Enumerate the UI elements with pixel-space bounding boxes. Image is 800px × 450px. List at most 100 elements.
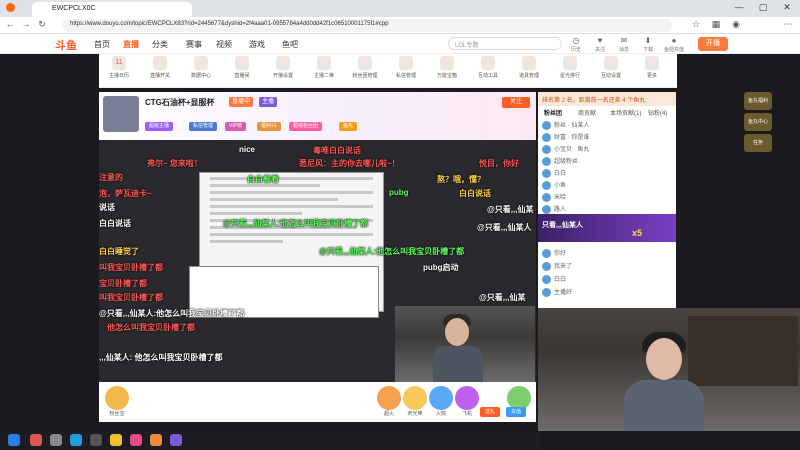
toolbar-item[interactable]: 粉丝团管理 (345, 56, 385, 79)
gift-icon[interactable] (377, 386, 401, 410)
back-icon[interactable]: ← (4, 19, 16, 31)
toolbar-item[interactable]: 直播间 (222, 56, 262, 79)
side-widget[interactable]: 鱼丸中心 (744, 113, 772, 131)
gift-icon[interactable] (105, 386, 129, 410)
maximize-icon[interactable]: ▢ (752, 2, 774, 15)
rank-row[interactable]: 我来了 (542, 261, 672, 273)
edge-icon[interactable] (70, 434, 82, 446)
open-stream-button[interactable]: 开播 (698, 37, 728, 51)
rank-row[interactable]: 主播好 (542, 287, 672, 299)
chip-vip[interactable]: VIP榜 (225, 122, 247, 131)
follow-button[interactable]: 关注 (502, 97, 530, 108)
left-background (0, 54, 99, 450)
site-logo[interactable]: 斗鱼 (55, 37, 77, 53)
favorites-icon[interactable]: ☆ (690, 19, 702, 31)
rank-row[interactable]: 白白 (542, 168, 672, 180)
follow-icon[interactable]: ♥ (590, 36, 610, 45)
forward-icon[interactable]: → (20, 19, 32, 31)
tab-weekly[interactable]: 周贡献 (578, 108, 596, 117)
danmaku-message: 叫我宝贝卧槽了都 (99, 263, 163, 272)
toolbar-item-icon (235, 56, 249, 70)
download-icon[interactable]: ⬇ (638, 36, 658, 45)
collections-icon[interactable]: ▦ (710, 19, 722, 31)
toolbar-item[interactable]: 万能宝箱 (427, 56, 467, 79)
tab-fans[interactable]: 粉丝团 (544, 108, 562, 117)
start-icon[interactable] (8, 434, 20, 446)
chip-welfare[interactable]: 福利+1 (257, 122, 281, 131)
taskbar-app-icon[interactable] (170, 434, 182, 446)
toolbar-item[interactable]: 道具管理 (509, 56, 549, 79)
video-player[interactable]: nice 毒唯白白说话 弗尔~ 您来啦！ 悉尼风：主的你去哪儿啦~！ 悦目，你好 注意的白… (99, 140, 536, 382)
chip-pm[interactable]: 私信管理 (189, 122, 218, 131)
rank-row[interactable]: 白白 (542, 274, 672, 286)
tab-diamond[interactable]: 钻粉(4) (648, 108, 667, 117)
rank-row[interactable]: 小宝贝 · 鱼丸 (542, 144, 672, 156)
site-search-input[interactable]: LOL专题 (448, 37, 562, 50)
profile-icon[interactable]: ◉ (730, 19, 742, 31)
rank-row[interactable]: 小鱼 (542, 180, 672, 192)
nav-yuba[interactable]: 鱼吧 (282, 39, 298, 50)
taskbar-app-icon[interactable] (150, 434, 162, 446)
taskbar-app-icon[interactable] (90, 434, 102, 446)
danmaku-message: 白白说话 (459, 189, 491, 198)
anchor-avatar[interactable] (103, 96, 139, 132)
toolbar-item[interactable]: 私信管理 (386, 56, 426, 79)
chip-fans[interactable]: 超级粉丝团 (289, 122, 323, 131)
anchor-info-bar: CTG石油杯+显服杯 直播中 主播 关注 超级主播 私信管理 VIP榜 福利+1… (99, 92, 536, 140)
chip-yuwan[interactable]: 鱼丸 (339, 122, 358, 131)
gift-icon[interactable] (403, 386, 427, 410)
recharge-button[interactable]: 充值 (506, 407, 526, 417)
rank-row[interactable]: 超级粉丝 (542, 156, 672, 168)
toolbar-item[interactable]: 互动工具 (468, 56, 508, 79)
nav-games[interactable]: 游戏 (249, 39, 265, 50)
nav-home[interactable]: 首页 (94, 39, 110, 50)
toolbar-item[interactable]: 11 主播日历 (99, 56, 139, 79)
message-icon[interactable]: ✉ (614, 36, 634, 45)
toolbar-item[interactable]: 更多 (632, 56, 672, 79)
rank-row[interactable]: 财富 · 你是谁 (542, 132, 672, 144)
taskbar-app-icon[interactable] (110, 434, 122, 446)
taskbar-app-icon[interactable] (130, 434, 142, 446)
toolbar-item-label: 直播开关 (149, 73, 170, 79)
nav-video[interactable]: 视频 (216, 39, 232, 50)
toolbar-item[interactable]: 主播二维 (304, 56, 344, 79)
toolbar-item[interactable]: 开播设置 (263, 56, 303, 79)
rank-row-name: 我来了 (554, 264, 573, 270)
gift-icon[interactable] (455, 386, 479, 410)
toolbar-item[interactable]: 数据中心 (181, 56, 221, 79)
browser-tab[interactable]: EWCPCLX0C (32, 2, 192, 17)
send-gift-button[interactable]: 送礼 (480, 407, 500, 417)
nav-live[interactable]: 直播 (123, 39, 139, 50)
gift-label: 飞机 (461, 411, 472, 417)
taskbar-app-icon[interactable] (50, 434, 62, 446)
danmaku-message: @只看,,,仙某人:他怎么叫我宝贝卧槽了都 (223, 219, 369, 228)
gift-icon[interactable] (429, 386, 453, 410)
url-input[interactable]: https://www.douyu.com/topic/EWCPCLX83?ri… (62, 19, 672, 32)
danmaku-message: ,,,仙某人: 他怎么叫我宝贝卧槽了都 (99, 353, 223, 362)
more-icon[interactable]: ⋯ (782, 19, 794, 31)
chip-super-anchor[interactable]: 超级主播 (145, 122, 174, 131)
gift-banner[interactable]: 只看,,,仙某人 x5 (538, 214, 676, 242)
nav-category[interactable]: 分类 (152, 39, 168, 50)
history-label: 历史 (570, 47, 581, 53)
rank-row[interactable]: 你好 (542, 248, 672, 260)
toolbar-item-label: 主播二维 (313, 73, 334, 79)
rank-row[interactable]: 粉丝 · 仙某人 (542, 120, 672, 132)
toolbar-item[interactable]: 星光排行 (550, 56, 590, 79)
minimize-icon[interactable]: — (728, 2, 750, 15)
side-widget[interactable]: 鱼丸福利 (744, 92, 772, 110)
taskbar-app-icon[interactable] (30, 434, 42, 446)
toolbar-item-icon (522, 56, 536, 70)
refresh-icon[interactable]: ↻ (36, 19, 48, 31)
toolbar-item[interactable]: 互动设置 (591, 56, 631, 79)
toolbar-item[interactable]: 直播开关 (140, 56, 180, 79)
tab-session[interactable]: 本场贡献(1) (610, 108, 641, 117)
nav-events[interactable]: 赛事 (186, 39, 202, 50)
side-widget[interactable]: 任务 (744, 134, 772, 152)
message-label: 消息 (618, 47, 629, 53)
close-icon[interactable]: ✕ (776, 2, 798, 15)
history-icon[interactable]: ◷ (566, 36, 586, 45)
os-taskbar (0, 431, 540, 450)
rank-row[interactable]: 米哈 (542, 192, 672, 204)
user-avatar-icon[interactable]: ● (664, 36, 684, 45)
